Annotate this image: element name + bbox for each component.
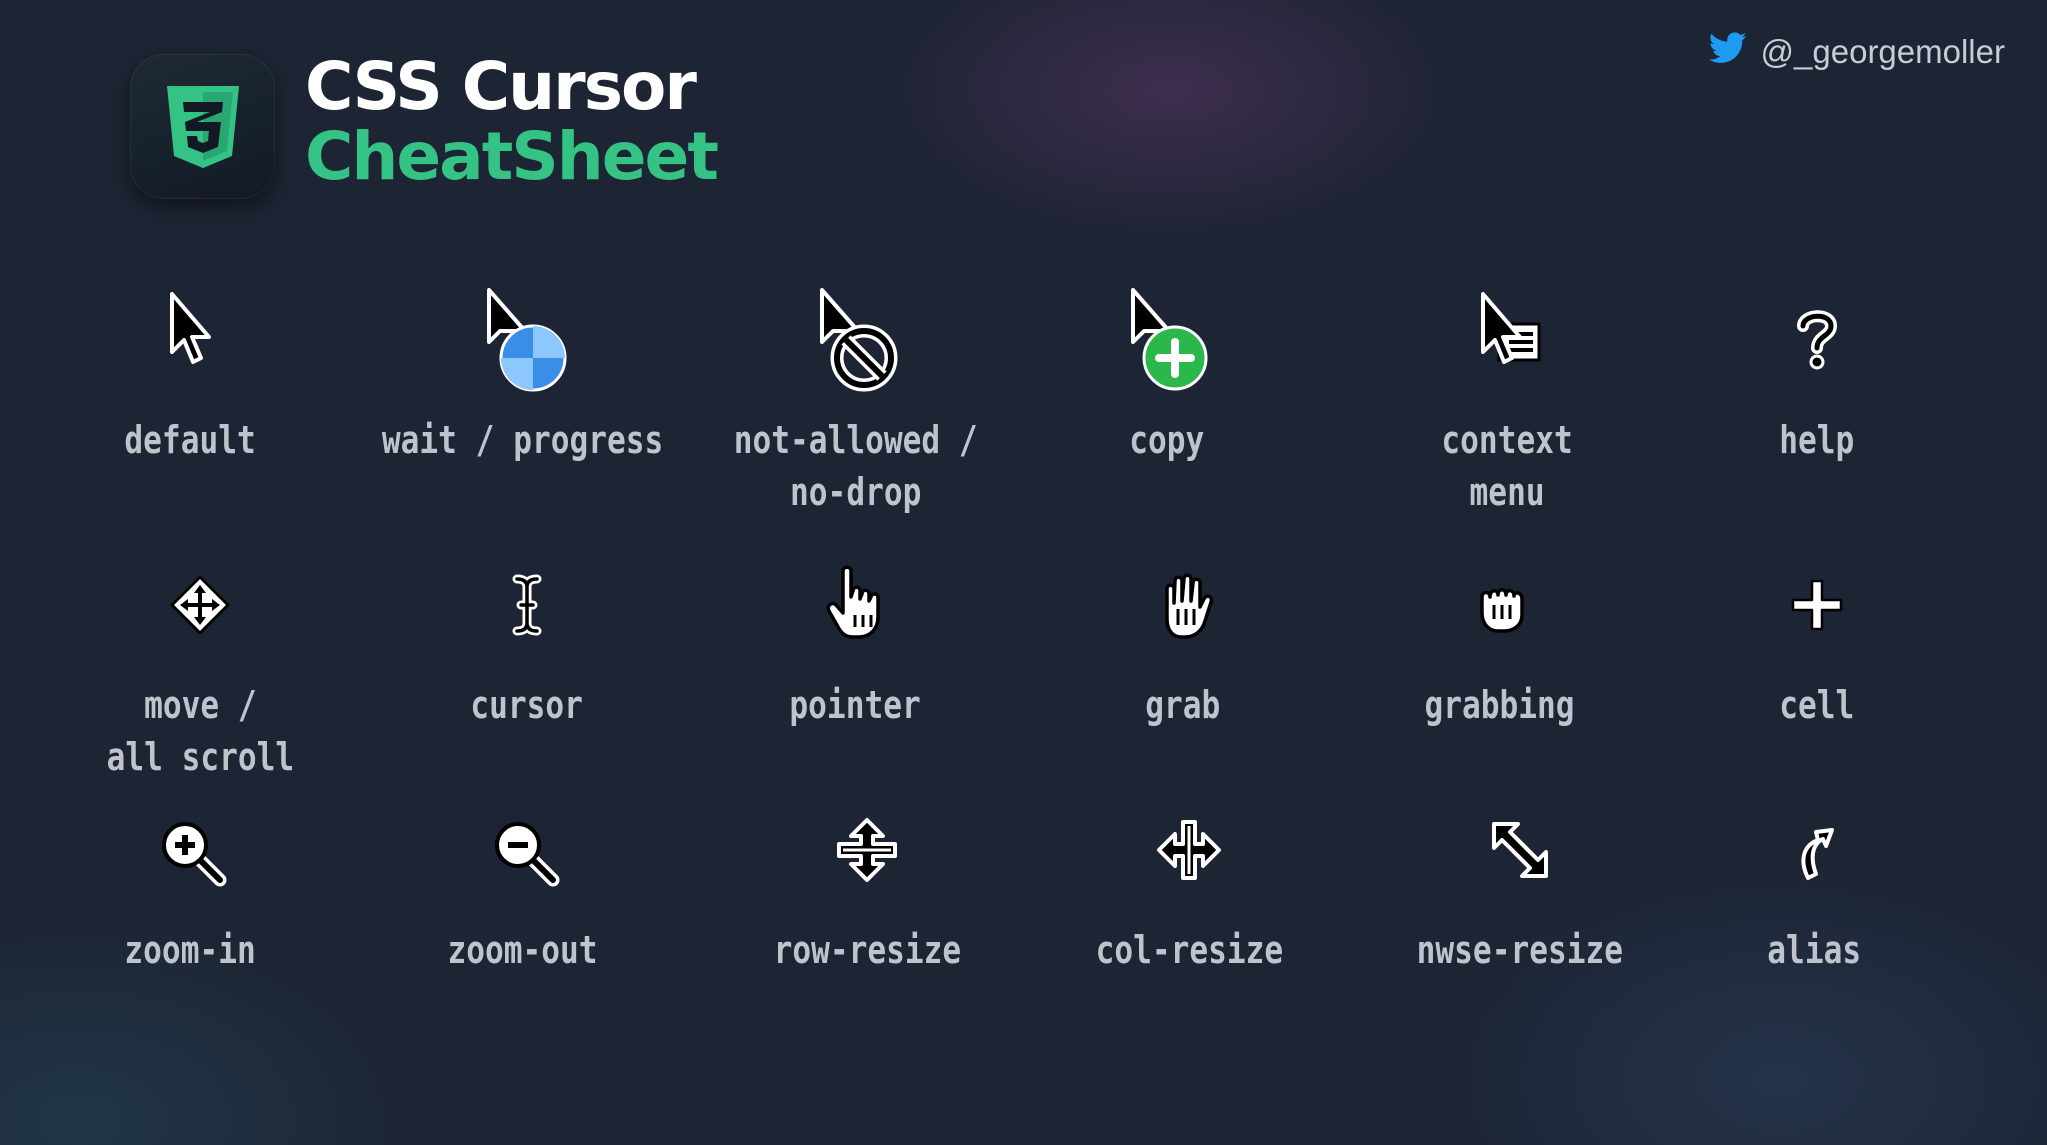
cursor-label: zoom-in [124,928,256,972]
cursor-cell-col-resize: col-resize [1039,790,1339,976]
cursor-label: zoom-out [447,928,599,972]
cursor-label: alias [1767,928,1861,972]
cursor-label: pointer [789,683,921,727]
cursor-cell-alias: alias [1664,790,1964,976]
cursor-cell-zoom-out: zoom-out [373,790,673,976]
help-cursor-icon [1757,280,1877,400]
page-title: CSS Cursor CheatSheet [305,48,719,195]
grab-hand-cursor-icon [1123,545,1243,665]
text-cursor-icon [467,545,587,665]
nwse-resize-cursor-icon [1460,790,1580,910]
context-menu-cursor-icon [1447,280,1567,400]
cursor-label: grabbing [1424,683,1576,727]
pointer-hand-cursor-icon [795,545,915,665]
cursor-label: nwse-resize [1416,928,1624,972]
cursor-cell-move: move / all scroll [50,545,350,783]
grabbing-hand-cursor-icon [1440,545,1560,665]
cursor-label: cursor [470,683,584,727]
cursor-label: col-resize [1095,928,1283,972]
move-cursor-icon [140,545,260,665]
twitter-handle-text: @_georgemoller [1760,33,2005,70]
cursor-label: all scroll [106,735,294,779]
cursor-cell-text: cursor [377,545,677,731]
cursor-cell-context-menu: context menu [1357,280,1657,518]
cursor-label: copy [1129,418,1205,462]
twitter-handle[interactable]: @_georgemoller [1708,32,2005,72]
cursor-cell-grabbing: grabbing [1350,545,1650,731]
title-line-1: CSS Cursor [305,48,697,125]
alias-cursor-icon [1754,790,1874,910]
cursor-label: cell [1779,683,1855,727]
copy-cursor-icon [1107,280,1227,400]
cell-cursor-icon [1757,545,1877,665]
cursor-cell-help: help [1667,280,1967,466]
cursor-label: no-drop [790,470,922,514]
cursor-cell-copy: copy [1017,280,1317,466]
cursor-cell-wait-progress: wait / progress [373,280,673,466]
css3-logo-icon [130,54,275,199]
zoom-out-cursor-icon [463,790,583,910]
cursor-cell-zoom-in: zoom-in [40,790,340,976]
cursor-label: help [1779,418,1855,462]
cursor-label: row-resize [773,928,961,972]
cursor-label: grab [1145,683,1221,727]
title-line-2: CheatSheet [305,118,719,195]
cursor-cell-cell: cell [1667,545,1967,731]
cursor-label: default [124,418,256,462]
cursor-cell-pointer: pointer [705,545,1005,731]
cursor-label: move / [143,683,257,727]
wait-progress-cursor-icon [463,280,583,400]
cursor-cell-not-allowed: not-allowed / no-drop [706,280,1006,518]
arrow-cursor-icon [130,280,250,400]
cursor-label: menu [1469,470,1545,514]
cursor-cell-default: default [40,280,340,466]
col-resize-cursor-icon [1129,790,1249,910]
cursor-cell-grab: grab [1033,545,1333,731]
cursor-cell-row-resize: row-resize [717,790,1017,976]
cursor-label: context [1441,418,1573,462]
zoom-in-cursor-icon [130,790,250,910]
cursor-label: wait / progress [382,418,664,462]
row-resize-cursor-icon [807,790,927,910]
not-allowed-cursor-icon [796,280,916,400]
cursor-label: not-allowed / [734,418,978,462]
cursor-cell-nwse-resize: nwse-resize [1370,790,1670,976]
twitter-bird-icon [1708,32,1747,72]
